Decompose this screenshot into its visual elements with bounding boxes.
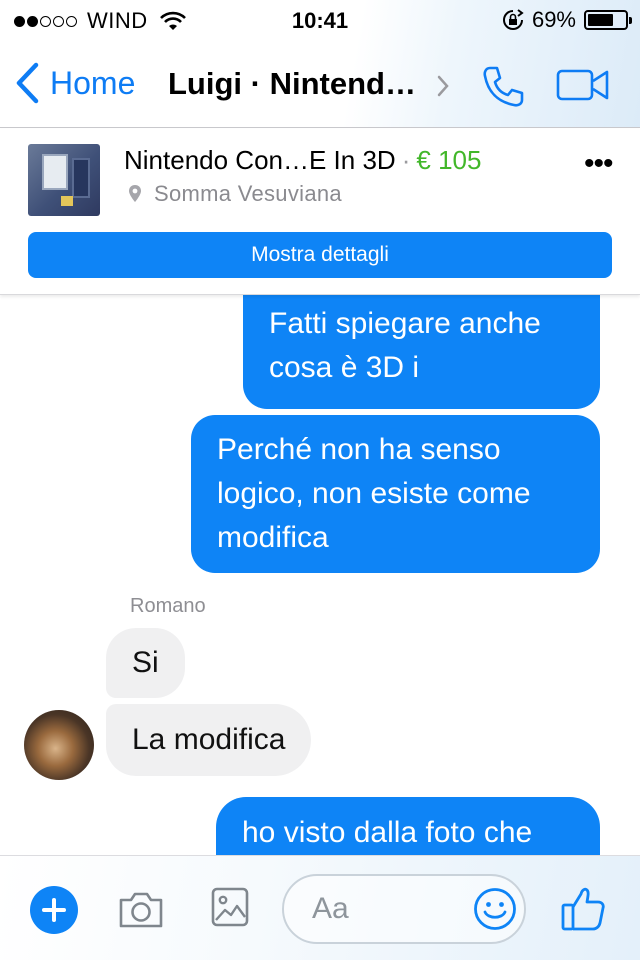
sender-name: Romano: [130, 595, 206, 617]
message-input-placeholder: Aa: [312, 892, 349, 925]
status-right: 69%: [502, 7, 632, 33]
conversation-title[interactable]: Luigi · Nintend…: [168, 66, 416, 102]
top-bar: WIND 10:41 69% Home Luigi · Nintend…: [0, 0, 640, 128]
plus-icon[interactable]: [30, 886, 78, 934]
chevron-right-icon[interactable]: [436, 74, 450, 98]
navigation-bar: Home Luigi · Nintend…: [0, 44, 640, 128]
message-text: Perché non ha senso logico, non esiste c…: [217, 433, 531, 554]
thumbnail-detail: [61, 196, 73, 206]
back-label: Home: [50, 64, 136, 101]
incoming-message[interactable]: Si: [106, 628, 185, 698]
video-call-icon[interactable]: [556, 68, 610, 102]
listing-thumbnail[interactable]: [28, 144, 100, 216]
smile-icon[interactable]: [473, 887, 517, 931]
listing-price: € 105: [416, 145, 482, 175]
location-label: Somma Vesuviana: [154, 181, 342, 206]
message-text: Fatti spiegare anche cosa è 3D i: [269, 307, 541, 384]
gallery-icon[interactable]: [211, 887, 249, 927]
avatar[interactable]: [24, 710, 94, 780]
show-details-button[interactable]: Mostra dettagli: [28, 232, 612, 278]
chevron-left-icon: [16, 62, 39, 104]
outgoing-message[interactable]: ho visto dalla foto che: [216, 797, 600, 855]
status-bar: WIND 10:41 69%: [0, 0, 640, 40]
message-composer: Aa: [0, 855, 640, 960]
title-separator: ·: [401, 145, 411, 175]
location-pin-icon: [129, 185, 141, 202]
rotation-lock-icon: [502, 9, 524, 30]
camera-icon[interactable]: [117, 890, 165, 930]
message-text: ho visto dalla foto che: [242, 816, 533, 849]
message-thread[interactable]: Fatti spiegare anche cosa è 3D i Perché …: [0, 295, 640, 855]
battery-fill: [588, 14, 613, 26]
like-icon[interactable]: [560, 886, 606, 932]
outgoing-message[interactable]: Perché non ha senso logico, non esiste c…: [191, 415, 600, 573]
outgoing-message[interactable]: Fatti spiegare anche cosa è 3D i: [243, 295, 600, 409]
message-input[interactable]: Aa: [282, 874, 526, 944]
listing-title: Nintendo Con…E In 3D: [124, 145, 396, 175]
incoming-message[interactable]: La modifica: [106, 704, 312, 776]
listing-title-row: Nintendo Con…E In 3D · € 105: [124, 145, 481, 176]
listing-location: Somma Vesuviana: [128, 181, 342, 207]
more-options-icon[interactable]: •••: [584, 149, 613, 179]
message-text: Si: [132, 646, 159, 679]
phone-call-icon[interactable]: [480, 64, 526, 110]
thumbnail-detail: [72, 158, 90, 198]
message-text: La modifica: [132, 723, 286, 756]
thumbnail-detail: [42, 154, 68, 190]
marketplace-listing-card: Nintendo Con…E In 3D · € 105 ••• Somma Ves…: [0, 129, 640, 295]
battery-percent: 69%: [531, 7, 576, 32]
back-button[interactable]: Home: [14, 62, 135, 104]
battery-icon: [584, 10, 632, 30]
